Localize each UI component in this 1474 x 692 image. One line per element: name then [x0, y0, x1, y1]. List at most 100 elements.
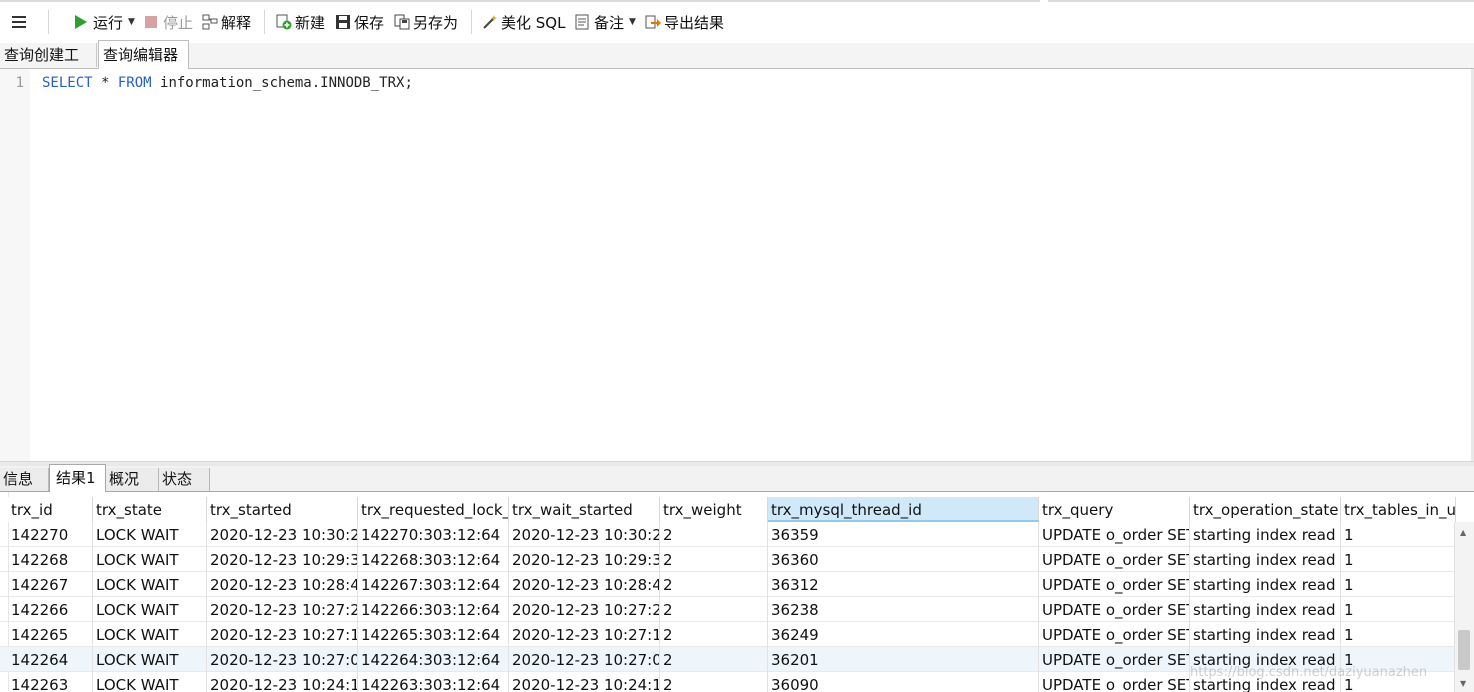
table-cell[interactable]: 142264:303:12:64	[358, 647, 509, 672]
table-cell[interactable]: 2020-12-23 10:27:09	[207, 647, 358, 672]
table-cell[interactable]: 142263	[8, 672, 93, 692]
tab-info[interactable]: 信息	[0, 468, 49, 491]
table-row[interactable]: 142270 LOCK WAIT 2020-12-23 10:30:22 142270…	[0, 522, 1456, 547]
table-cell[interactable]: 2020-12-23 10:27:09	[509, 647, 660, 672]
table-cell[interactable]: 2020-12-23 10:28:47	[509, 572, 660, 597]
table-cell[interactable]: 2020-12-23 10:29:35	[207, 547, 358, 572]
table-cell[interactable]: 1	[1341, 622, 1456, 647]
table-cell[interactable]: 142264	[8, 647, 93, 672]
column-header[interactable]: trx_id	[8, 497, 93, 522]
table-cell[interactable]: 142267:303:12:64	[358, 572, 509, 597]
table-cell[interactable]: 2	[660, 547, 768, 572]
scroll-thumb[interactable]	[1458, 630, 1470, 670]
table-cell[interactable]: 2020-12-23 10:27:15	[207, 622, 358, 647]
table-cell[interactable]: 36201	[768, 647, 1039, 672]
table-cell[interactable]: 36249	[768, 622, 1039, 647]
scroll-up-icon[interactable]: ▲	[1460, 528, 1466, 537]
table-cell[interactable]: 36360	[768, 547, 1039, 572]
table-cell[interactable]: 2020-12-23 10:30:22	[207, 522, 358, 547]
table-cell[interactable]: LOCK WAIT	[93, 597, 207, 622]
table-cell[interactable]: 142263:303:12:64	[358, 672, 509, 692]
table-row[interactable]: 142265 LOCK WAIT 2020-12-23 10:27:15 142265…	[0, 622, 1456, 647]
table-cell[interactable]: 36238	[768, 597, 1039, 622]
tab-status[interactable]: 状态	[159, 468, 210, 491]
table-cell[interactable]: starting index read	[1190, 522, 1341, 547]
table-cell[interactable]: 2020-12-23 10:30:22	[509, 522, 660, 547]
table-cell[interactable]: 142266:303:12:64	[358, 597, 509, 622]
table-cell[interactable]: 2	[660, 522, 768, 547]
stop-button[interactable]: 停止	[144, 8, 193, 36]
table-cell[interactable]: LOCK WAIT	[93, 622, 207, 647]
explain-button[interactable]: 解释	[202, 8, 251, 36]
note-dropdown-icon[interactable]: ▼	[629, 17, 636, 27]
table-cell[interactable]: LOCK WAIT	[93, 547, 207, 572]
table-cell[interactable]: 1	[1341, 522, 1456, 547]
table-cell[interactable]: UPDATE o_order SET	[1039, 572, 1190, 597]
table-cell[interactable]: 142265:303:12:64	[358, 622, 509, 647]
table-cell[interactable]: 142268	[8, 547, 93, 572]
column-header[interactable]: trx_wait_started	[509, 497, 660, 522]
table-cell[interactable]: 142267	[8, 572, 93, 597]
save-button[interactable]: 保存	[335, 8, 384, 36]
menu-icon[interactable]	[12, 8, 26, 36]
save-as-button[interactable]: 另存为	[394, 8, 458, 36]
table-cell[interactable]: starting index read	[1190, 622, 1341, 647]
column-header[interactable]: trx_state	[93, 497, 207, 522]
note-button[interactable]: 备注 ▼	[575, 8, 636, 36]
sql-editor[interactable]: 1 SELECT * FROM information_schema.INNOD…	[0, 69, 1474, 461]
table-cell[interactable]: LOCK WAIT	[93, 572, 207, 597]
new-button[interactable]: 新建	[276, 8, 325, 36]
table-cell[interactable]: 36312	[768, 572, 1039, 597]
table-cell[interactable]: LOCK WAIT	[93, 672, 207, 692]
table-cell[interactable]: 36090	[768, 672, 1039, 692]
table-cell[interactable]: 2	[660, 647, 768, 672]
table-cell[interactable]: 1	[1341, 547, 1456, 572]
table-cell[interactable]: 36359	[768, 522, 1039, 547]
table-cell[interactable]: 2020-12-23 10:29:35	[509, 547, 660, 572]
table-cell[interactable]: 142268:303:12:64	[358, 547, 509, 572]
table-cell[interactable]: 1	[1341, 597, 1456, 622]
table-cell[interactable]: 2020-12-23 10:27:15	[509, 622, 660, 647]
column-header[interactable]: trx_operation_state	[1190, 497, 1341, 522]
tab-result-1[interactable]: 结果1	[49, 464, 106, 492]
table-cell[interactable]: 2	[660, 597, 768, 622]
table-cell[interactable]: 142270	[8, 522, 93, 547]
table-cell[interactable]: 142270:303:12:64	[358, 522, 509, 547]
table-cell[interactable]: LOCK WAIT	[93, 647, 207, 672]
beautify-sql-button[interactable]: 美化 SQL	[482, 8, 565, 36]
scroll-down-icon[interactable]: ▼	[1460, 679, 1466, 688]
table-cell[interactable]: 2	[660, 622, 768, 647]
column-header[interactable]: trx_weight	[660, 497, 768, 522]
table-cell[interactable]: LOCK WAIT	[93, 522, 207, 547]
table-cell[interactable]: UPDATE o_order SET	[1039, 597, 1190, 622]
tab-profile[interactable]: 概况	[106, 468, 159, 491]
column-header[interactable]: trx_requested_lock_	[358, 497, 509, 522]
run-button[interactable]: 运行 ▼	[74, 8, 135, 36]
table-cell[interactable]: 2	[660, 672, 768, 692]
table-cell[interactable]: UPDATE o_order SET	[1039, 522, 1190, 547]
sql-code-line[interactable]: SELECT * FROM information_schema.INNODB_…	[42, 75, 413, 91]
column-header[interactable]: trx_mysql_thread_id	[768, 497, 1039, 522]
table-cell[interactable]: 2020-12-23 10:27:26	[207, 597, 358, 622]
table-cell[interactable]: 2020-12-23 10:24:14	[207, 672, 358, 692]
column-header[interactable]: trx_started	[207, 497, 358, 522]
tab-query-builder[interactable]: 查询创建工具	[0, 43, 97, 88]
table-row[interactable]: 142266 LOCK WAIT 2020-12-23 10:27:26 142266…	[0, 597, 1456, 622]
table-cell[interactable]: 1	[1341, 572, 1456, 597]
table-cell[interactable]: starting index read	[1190, 572, 1341, 597]
column-header[interactable]: trx_tables_in_u	[1341, 497, 1456, 522]
table-cell[interactable]: 142265	[8, 622, 93, 647]
table-cell[interactable]: UPDATE o_order SET	[1039, 547, 1190, 572]
table-cell[interactable]: 2020-12-23 10:27:26	[509, 597, 660, 622]
table-cell[interactable]: UPDATE o_order SET	[1039, 672, 1190, 692]
table-cell[interactable]: 2020-12-23 10:28:47	[207, 572, 358, 597]
table-cell[interactable]: starting index read	[1190, 597, 1341, 622]
column-header[interactable]: trx_query	[1039, 497, 1190, 522]
run-dropdown-icon[interactable]: ▼	[128, 17, 135, 27]
table-cell[interactable]: 142266	[8, 597, 93, 622]
table-cell[interactable]: UPDATE o_order SET	[1039, 647, 1190, 672]
table-cell[interactable]: UPDATE o_order SET	[1039, 622, 1190, 647]
table-cell[interactable]: 2020-12-23 10:24:14	[509, 672, 660, 692]
table-row[interactable]: 142268 LOCK WAIT 2020-12-23 10:29:35 142268…	[0, 547, 1456, 572]
grid-vertical-scrollbar[interactable]: ▲ ▼	[1454, 522, 1474, 692]
